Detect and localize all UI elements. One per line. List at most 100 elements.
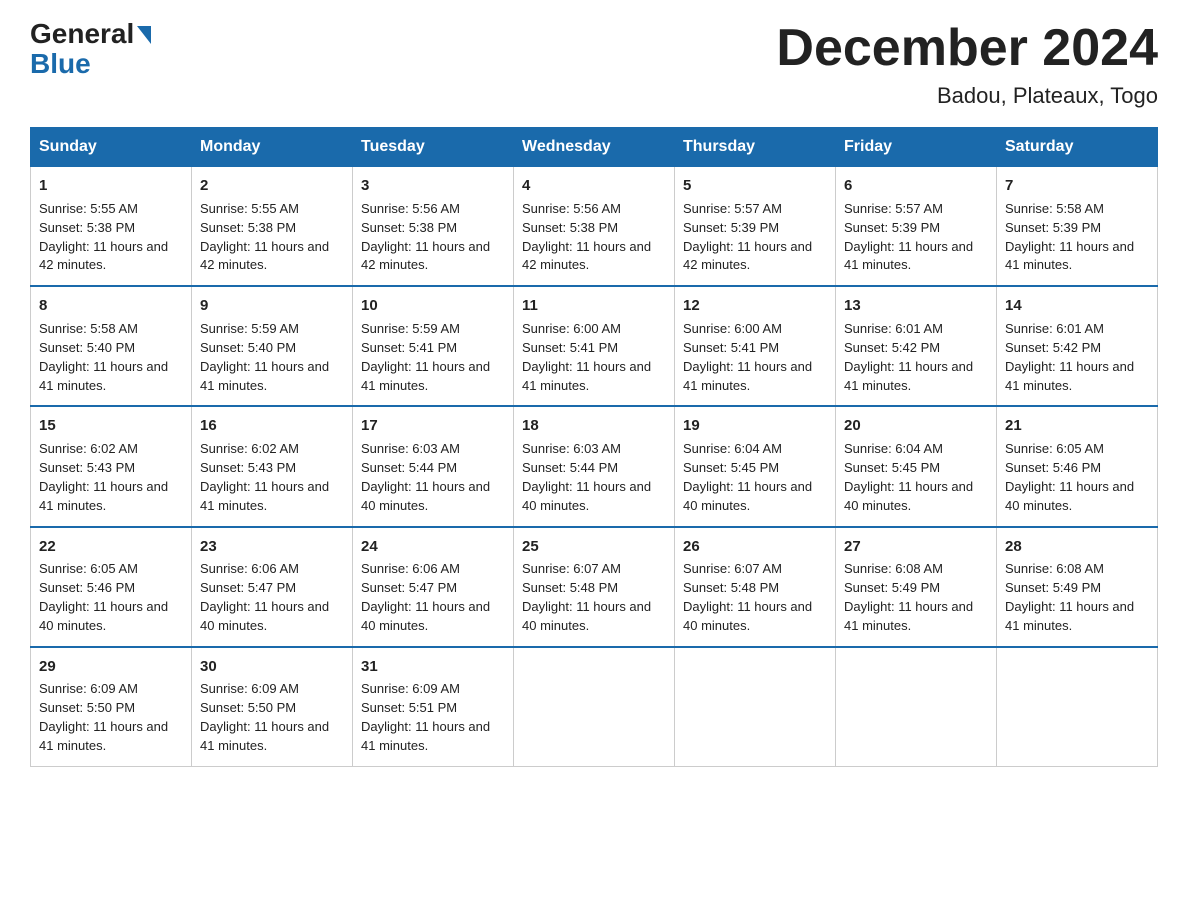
table-row: 29 Sunrise: 6:09 AM Sunset: 5:50 PM Dayl…	[31, 647, 192, 767]
logo-arrow-icon	[137, 26, 151, 44]
sunset-label: Sunset: 5:41 PM	[522, 340, 618, 355]
day-number: 24	[361, 536, 505, 558]
calendar-header-row: Sunday Monday Tuesday Wednesday Thursday…	[31, 128, 1158, 167]
calendar-week-row: 1 Sunrise: 5:55 AM Sunset: 5:38 PM Dayli…	[31, 167, 1158, 287]
table-row: 22 Sunrise: 6:05 AM Sunset: 5:46 PM Dayl…	[31, 527, 192, 647]
sunset-label: Sunset: 5:38 PM	[39, 220, 135, 235]
daylight-label: Daylight: 11 hours and 40 minutes.	[39, 599, 168, 633]
sunset-label: Sunset: 5:42 PM	[1005, 340, 1101, 355]
day-number: 16	[200, 415, 344, 437]
daylight-label: Daylight: 11 hours and 40 minutes.	[200, 599, 329, 633]
day-number: 14	[1005, 295, 1149, 317]
calendar-week-row: 29 Sunrise: 6:09 AM Sunset: 5:50 PM Dayl…	[31, 647, 1158, 767]
sunset-label: Sunset: 5:42 PM	[844, 340, 940, 355]
sunrise-label: Sunrise: 5:55 AM	[200, 201, 299, 216]
sunrise-label: Sunrise: 5:59 AM	[361, 321, 460, 336]
daylight-label: Daylight: 11 hours and 41 minutes.	[844, 359, 973, 393]
sunset-label: Sunset: 5:43 PM	[200, 460, 296, 475]
day-number: 15	[39, 415, 183, 437]
daylight-label: Daylight: 11 hours and 41 minutes.	[200, 479, 329, 513]
day-number: 26	[683, 536, 827, 558]
sunset-label: Sunset: 5:45 PM	[844, 460, 940, 475]
day-number: 6	[844, 175, 988, 197]
daylight-label: Daylight: 11 hours and 41 minutes.	[39, 359, 168, 393]
sunrise-label: Sunrise: 6:09 AM	[200, 681, 299, 696]
page-title: December 2024	[776, 20, 1158, 77]
title-block: December 2024 Badou, Plateaux, Togo	[776, 20, 1158, 109]
sunrise-label: Sunrise: 6:09 AM	[39, 681, 138, 696]
sunrise-label: Sunrise: 6:08 AM	[1005, 561, 1104, 576]
table-row: 8 Sunrise: 5:58 AM Sunset: 5:40 PM Dayli…	[31, 286, 192, 406]
table-row: 31 Sunrise: 6:09 AM Sunset: 5:51 PM Dayl…	[353, 647, 514, 767]
sunrise-label: Sunrise: 6:09 AM	[361, 681, 460, 696]
calendar-week-row: 8 Sunrise: 5:58 AM Sunset: 5:40 PM Dayli…	[31, 286, 1158, 406]
calendar-week-row: 22 Sunrise: 6:05 AM Sunset: 5:46 PM Dayl…	[31, 527, 1158, 647]
table-row	[514, 647, 675, 767]
daylight-label: Daylight: 11 hours and 41 minutes.	[1005, 599, 1134, 633]
table-row: 23 Sunrise: 6:06 AM Sunset: 5:47 PM Dayl…	[192, 527, 353, 647]
day-number: 30	[200, 656, 344, 678]
sunset-label: Sunset: 5:41 PM	[361, 340, 457, 355]
sunset-label: Sunset: 5:48 PM	[683, 580, 779, 595]
day-number: 2	[200, 175, 344, 197]
sunrise-label: Sunrise: 6:01 AM	[1005, 321, 1104, 336]
table-row: 15 Sunrise: 6:02 AM Sunset: 5:43 PM Dayl…	[31, 406, 192, 526]
sunset-label: Sunset: 5:49 PM	[1005, 580, 1101, 595]
sunset-label: Sunset: 5:43 PM	[39, 460, 135, 475]
sunset-label: Sunset: 5:51 PM	[361, 700, 457, 715]
day-number: 10	[361, 295, 505, 317]
sunset-label: Sunset: 5:44 PM	[522, 460, 618, 475]
sunset-label: Sunset: 5:40 PM	[200, 340, 296, 355]
daylight-label: Daylight: 11 hours and 42 minutes.	[683, 239, 812, 273]
sunrise-label: Sunrise: 5:56 AM	[522, 201, 621, 216]
col-monday: Monday	[192, 128, 353, 167]
daylight-label: Daylight: 11 hours and 41 minutes.	[39, 479, 168, 513]
table-row: 14 Sunrise: 6:01 AM Sunset: 5:42 PM Dayl…	[997, 286, 1158, 406]
sunset-label: Sunset: 5:47 PM	[361, 580, 457, 595]
col-tuesday: Tuesday	[353, 128, 514, 167]
daylight-label: Daylight: 11 hours and 40 minutes.	[683, 599, 812, 633]
daylight-label: Daylight: 11 hours and 41 minutes.	[1005, 359, 1134, 393]
table-row: 13 Sunrise: 6:01 AM Sunset: 5:42 PM Dayl…	[836, 286, 997, 406]
day-number: 13	[844, 295, 988, 317]
day-number: 29	[39, 656, 183, 678]
daylight-label: Daylight: 11 hours and 40 minutes.	[522, 479, 651, 513]
daylight-label: Daylight: 11 hours and 40 minutes.	[361, 599, 490, 633]
day-number: 17	[361, 415, 505, 437]
sunset-label: Sunset: 5:39 PM	[683, 220, 779, 235]
sunrise-label: Sunrise: 6:04 AM	[683, 441, 782, 456]
table-row: 25 Sunrise: 6:07 AM Sunset: 5:48 PM Dayl…	[514, 527, 675, 647]
daylight-label: Daylight: 11 hours and 41 minutes.	[200, 719, 329, 753]
sunrise-label: Sunrise: 6:06 AM	[200, 561, 299, 576]
sunrise-label: Sunrise: 6:07 AM	[522, 561, 621, 576]
sunrise-label: Sunrise: 5:59 AM	[200, 321, 299, 336]
col-thursday: Thursday	[675, 128, 836, 167]
day-number: 25	[522, 536, 666, 558]
sunrise-label: Sunrise: 6:05 AM	[39, 561, 138, 576]
table-row	[836, 647, 997, 767]
col-sunday: Sunday	[31, 128, 192, 167]
daylight-label: Daylight: 11 hours and 41 minutes.	[361, 719, 490, 753]
col-friday: Friday	[836, 128, 997, 167]
sunrise-label: Sunrise: 6:00 AM	[683, 321, 782, 336]
daylight-label: Daylight: 11 hours and 41 minutes.	[522, 359, 651, 393]
day-number: 31	[361, 656, 505, 678]
daylight-label: Daylight: 11 hours and 40 minutes.	[361, 479, 490, 513]
table-row: 6 Sunrise: 5:57 AM Sunset: 5:39 PM Dayli…	[836, 167, 997, 287]
daylight-label: Daylight: 11 hours and 42 minutes.	[200, 239, 329, 273]
sunset-label: Sunset: 5:38 PM	[200, 220, 296, 235]
sunrise-label: Sunrise: 6:00 AM	[522, 321, 621, 336]
table-row: 1 Sunrise: 5:55 AM Sunset: 5:38 PM Dayli…	[31, 167, 192, 287]
sunrise-label: Sunrise: 6:08 AM	[844, 561, 943, 576]
sunrise-label: Sunrise: 6:02 AM	[200, 441, 299, 456]
day-number: 3	[361, 175, 505, 197]
sunset-label: Sunset: 5:48 PM	[522, 580, 618, 595]
daylight-label: Daylight: 11 hours and 42 minutes.	[522, 239, 651, 273]
sunset-label: Sunset: 5:46 PM	[39, 580, 135, 595]
daylight-label: Daylight: 11 hours and 41 minutes.	[39, 719, 168, 753]
table-row: 24 Sunrise: 6:06 AM Sunset: 5:47 PM Dayl…	[353, 527, 514, 647]
page-header: General Blue December 2024 Badou, Platea…	[30, 20, 1158, 109]
table-row: 27 Sunrise: 6:08 AM Sunset: 5:49 PM Dayl…	[836, 527, 997, 647]
sunset-label: Sunset: 5:44 PM	[361, 460, 457, 475]
sunset-label: Sunset: 5:45 PM	[683, 460, 779, 475]
